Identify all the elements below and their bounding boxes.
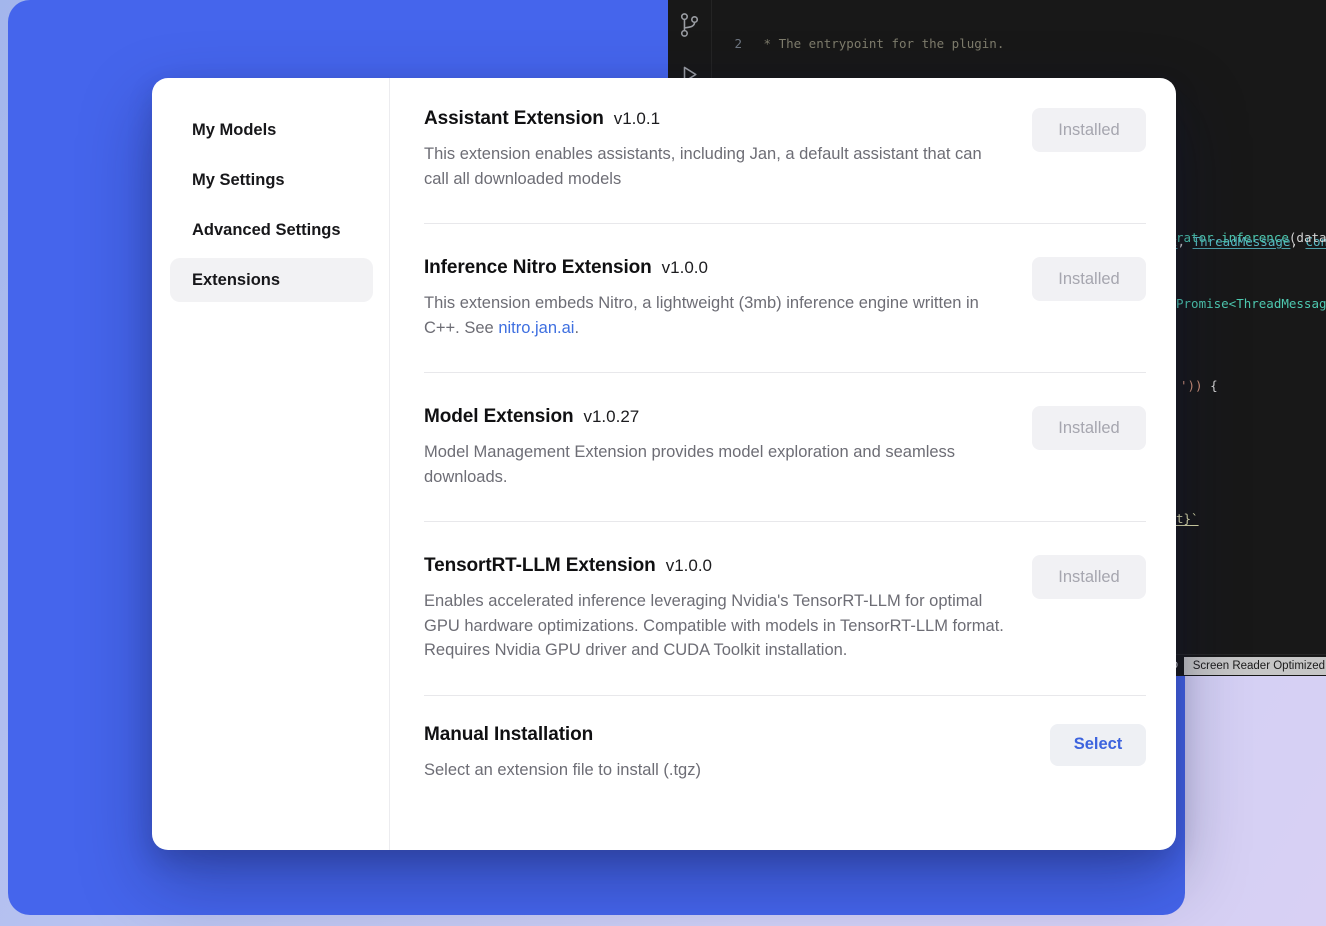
extension-version: v1.0.0 xyxy=(662,258,708,278)
sidebar-item-my-models[interactable]: My Models xyxy=(170,108,373,152)
line-number: 2 xyxy=(712,36,742,53)
extension-version: v1.0.1 xyxy=(614,109,660,129)
extension-title-row: Inference Nitro Extension v1.0.0 xyxy=(424,257,1008,279)
extension-info: TensortRT-LLM Extension v1.0.0 Enables a… xyxy=(424,555,1008,663)
extension-title-row: TensortRT-LLM Extension v1.0.0 xyxy=(424,555,1008,577)
extension-title: Manual Installation xyxy=(424,724,593,746)
section-model-extension: Model Extension v1.0.27 Model Management… xyxy=(424,373,1146,522)
extensions-list: Assistant Extension v1.0.1 This extensio… xyxy=(390,78,1176,850)
code-fragment: rator.inference(data)); xyxy=(1176,230,1326,245)
extension-title: TensortRT-LLM Extension xyxy=(424,555,656,577)
extension-info: Model Extension v1.0.27 Model Management… xyxy=(424,406,1008,489)
extension-version: v1.0.27 xyxy=(583,407,639,427)
section-assistant-extension: Assistant Extension v1.0.1 This extensio… xyxy=(424,108,1146,224)
extension-info: Inference Nitro Extension v1.0.0 This ex… xyxy=(424,257,1008,340)
extension-title: Inference Nitro Extension xyxy=(424,257,652,279)
extension-description: This extension embeds Nitro, a lightweig… xyxy=(424,291,1004,340)
code-token: t}` xyxy=(1176,511,1199,526)
section-inference-nitro-extension: Inference Nitro Extension v1.0.0 This ex… xyxy=(424,224,1146,373)
code-token: (data)); xyxy=(1289,230,1326,245)
extension-description: Select an extension file to install (.tg… xyxy=(424,758,1004,783)
git-branch-icon[interactable] xyxy=(678,12,701,42)
code-line: 2 * The entrypoint for the plugin. xyxy=(712,36,1326,53)
extension-action: Installed xyxy=(1032,406,1146,450)
sidebar-item-my-settings[interactable]: My Settings xyxy=(170,158,373,202)
code-token: ')) xyxy=(1180,378,1203,393)
code-fragment: Promise<ThreadMessage> xyxy=(1176,296,1326,311)
code-token: Promise<ThreadMessage> xyxy=(1176,296,1326,311)
extension-title-row: Assistant Extension v1.0.1 xyxy=(424,108,1008,130)
sidebar-item-advanced-settings[interactable]: Advanced Settings xyxy=(170,208,373,252)
installed-button[interactable]: Installed xyxy=(1032,257,1146,301)
extension-title-row: Model Extension v1.0.27 xyxy=(424,406,1008,428)
settings-panel: My Models My Settings Advanced Settings … xyxy=(152,78,1176,850)
nitro-jan-ai-link[interactable]: nitro.jan.ai xyxy=(498,319,574,337)
sidebar-item-extensions[interactable]: Extensions xyxy=(170,258,373,302)
extension-action: Installed xyxy=(1032,108,1146,152)
installed-button[interactable]: Installed xyxy=(1032,555,1146,599)
sidebar-item-label: Advanced Settings xyxy=(192,221,341,240)
sidebar-item-label: My Settings xyxy=(192,171,285,190)
extension-info: Manual Installation Select an extension … xyxy=(424,724,1026,783)
code-fragment: ')) { xyxy=(1180,378,1218,393)
extension-title-row: Manual Installation xyxy=(424,724,1026,746)
sidebar-item-label: Extensions xyxy=(192,271,280,290)
extension-title: Assistant Extension xyxy=(424,108,604,130)
sidebar-item-label: My Models xyxy=(192,121,276,140)
installed-button[interactable]: Installed xyxy=(1032,406,1146,450)
code-fragment: t}` xyxy=(1176,511,1199,526)
section-manual-installation: Manual Installation Select an extension … xyxy=(424,696,1146,783)
extension-action: Installed xyxy=(1032,555,1146,599)
screen-reader-badge[interactable]: Screen Reader Optimized xyxy=(1184,657,1326,675)
extension-title: Model Extension xyxy=(424,406,573,428)
settings-sidebar: My Models My Settings Advanced Settings … xyxy=(152,78,390,850)
extension-description: This extension enables assistants, inclu… xyxy=(424,142,1004,191)
code-token: rator.inference xyxy=(1176,230,1289,245)
extension-info: Assistant Extension v1.0.1 This extensio… xyxy=(424,108,1008,191)
extension-version: v1.0.0 xyxy=(666,556,712,576)
extension-description: Model Management Extension provides mode… xyxy=(424,440,1004,489)
installed-button[interactable]: Installed xyxy=(1032,108,1146,152)
extension-action: Select xyxy=(1050,724,1146,766)
section-tensorrt-llm-extension: TensortRT-LLM Extension v1.0.0 Enables a… xyxy=(424,522,1146,696)
description-text: . xyxy=(574,319,579,337)
extension-description: Enables accelerated inference leveraging… xyxy=(424,589,1004,663)
extension-action: Installed xyxy=(1032,257,1146,301)
code-comment: * The entrypoint for the plugin. xyxy=(756,36,1004,53)
select-button[interactable]: Select xyxy=(1050,724,1146,766)
code-token: { xyxy=(1203,378,1218,393)
